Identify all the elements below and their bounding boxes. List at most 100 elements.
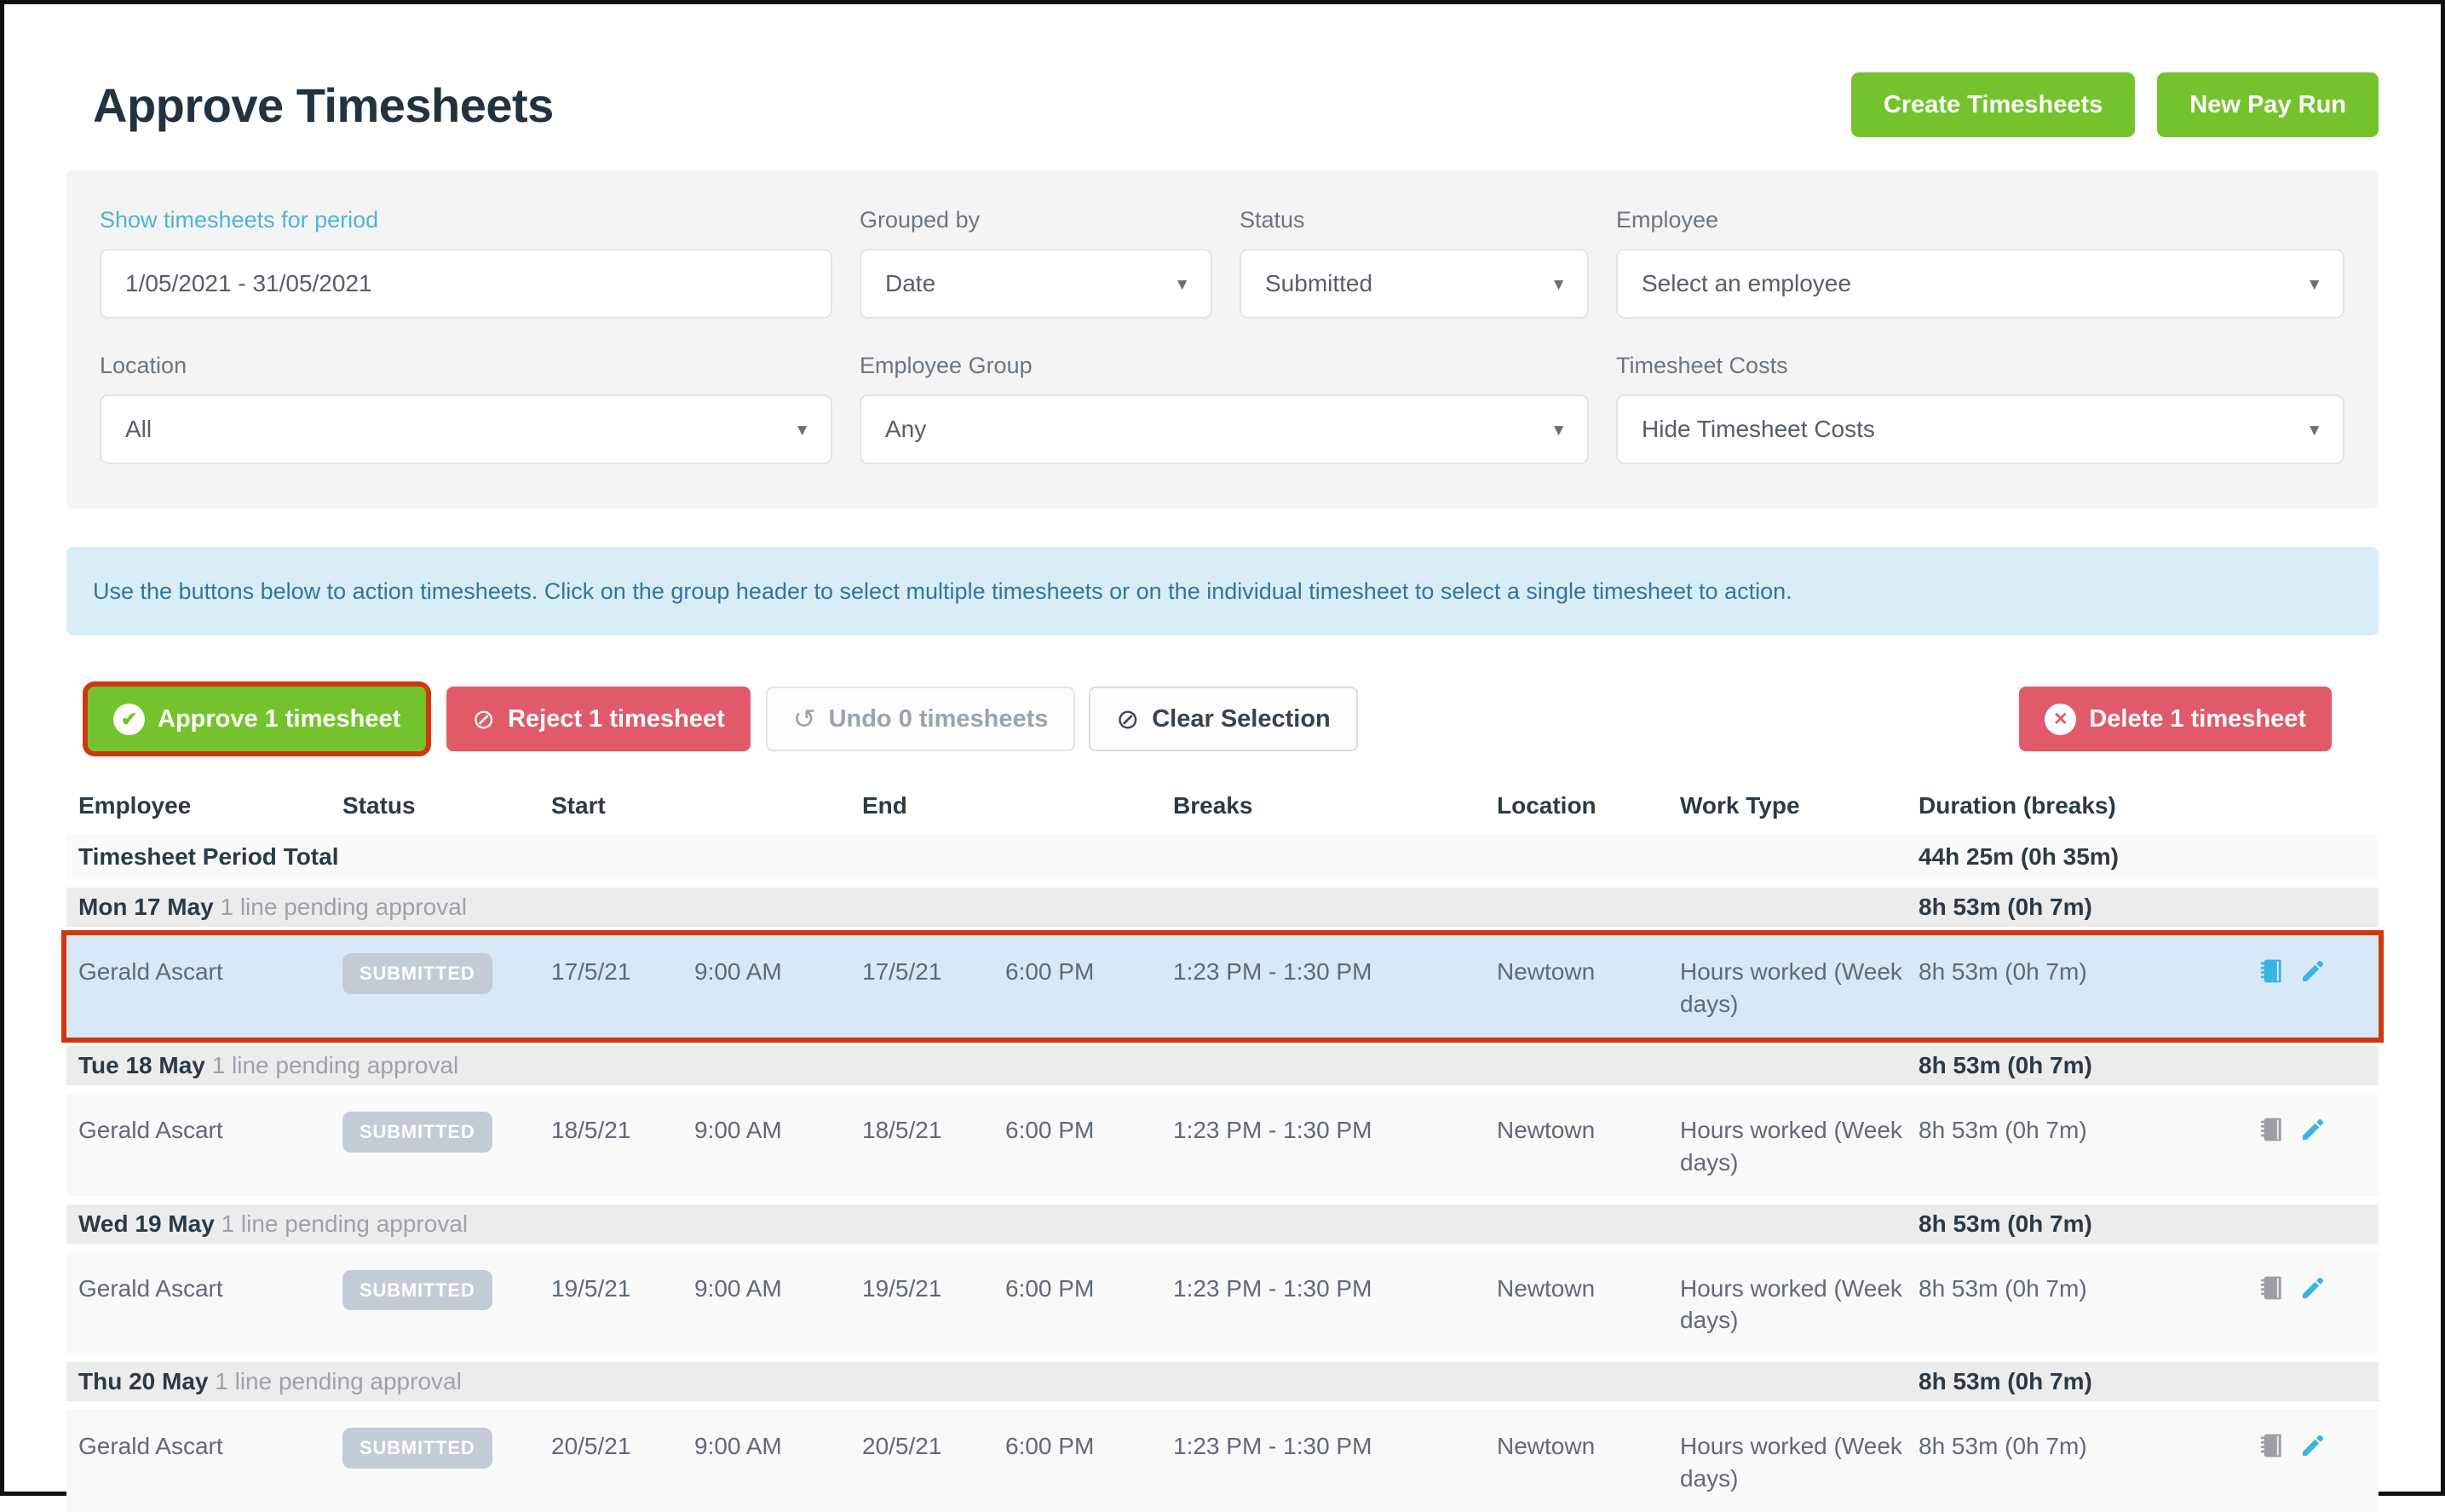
col-employee: Employee bbox=[66, 792, 331, 819]
clear-selection-button[interactable]: ⊘ Clear Selection bbox=[1089, 687, 1357, 751]
chevron-down-icon: ▼ bbox=[2306, 276, 2322, 295]
group-header-row[interactable]: Mon 17 May 1 line pending approval 8h 53… bbox=[66, 888, 2379, 927]
period-date-range-input[interactable]: 1/05/2021 - 31/05/2021 bbox=[100, 249, 832, 319]
timesheet-row[interactable]: Gerald Ascart SUBMITTED 20/5/21 9:00 AM … bbox=[66, 1410, 2379, 1512]
approve-button-label: Approve 1 timesheet bbox=[158, 705, 400, 733]
location-select[interactable]: All ▼ bbox=[100, 394, 832, 464]
new-pay-run-button[interactable]: New Pay Run bbox=[2157, 72, 2379, 137]
row-end-time: 6:00 PM bbox=[987, 1114, 1161, 1179]
col-work-type: Work Type bbox=[1668, 792, 1907, 819]
period-total-duration: 44h 25m (0h 35m) bbox=[1907, 843, 2188, 871]
location-label: Location bbox=[100, 353, 832, 379]
row-location: Newtown bbox=[1485, 1430, 1668, 1495]
status-filter: Status Submitted ▼ bbox=[1240, 207, 1589, 319]
group-header-row[interactable]: Thu 20 May 1 line pending approval 8h 53… bbox=[66, 1362, 2379, 1401]
group-note: 1 line pending approval bbox=[220, 894, 467, 920]
no-entry-icon: ⊘ bbox=[472, 705, 495, 733]
chevron-down-icon: ▼ bbox=[1550, 422, 1567, 440]
group-day: Tue 18 May bbox=[78, 1052, 205, 1078]
row-start-date: 18/5/21 bbox=[539, 1114, 676, 1179]
undo-timesheets-button[interactable]: ↺ Undo 0 timesheets bbox=[766, 687, 1076, 751]
period-total-label: Timesheet Period Total bbox=[66, 843, 1907, 871]
row-end-date: 20/5/21 bbox=[850, 1430, 987, 1495]
col-duration: Duration (breaks) bbox=[1907, 792, 2188, 819]
employee-value: Select an employee bbox=[1642, 270, 1851, 297]
location-filter: Location All ▼ bbox=[100, 353, 832, 464]
group-header-row[interactable]: Wed 19 May 1 line pending approval 8h 53… bbox=[66, 1204, 2379, 1244]
group-note: 1 line pending approval bbox=[215, 1368, 462, 1394]
employee-group-select[interactable]: Any▼ bbox=[860, 394, 1589, 464]
timesheet-costs-value: Hide Timesheet Costs bbox=[1642, 416, 1875, 443]
chevron-down-icon: ▼ bbox=[794, 422, 810, 440]
page-title: Approve Timesheets bbox=[66, 78, 554, 133]
group-header-row[interactable]: Tue 18 May 1 line pending approval 8h 53… bbox=[66, 1046, 2379, 1085]
grouped-by-value: Date bbox=[885, 270, 935, 297]
group-duration: 8h 53m (0h 7m) bbox=[1907, 1368, 2188, 1395]
status-badge: SUBMITTED bbox=[342, 1428, 492, 1469]
location-value: All bbox=[125, 416, 152, 443]
row-start-time: 9:00 AM bbox=[676, 1430, 850, 1495]
show-timesheets-for-period-link[interactable]: Show timesheets for period bbox=[100, 207, 832, 233]
row-breaks: 1:23 PM - 1:30 PM bbox=[1161, 956, 1485, 1020]
row-start-date: 19/5/21 bbox=[539, 1273, 676, 1337]
row-breaks: 1:23 PM - 1:30 PM bbox=[1161, 1273, 1485, 1337]
group-note: 1 line pending approval bbox=[212, 1052, 459, 1078]
x-circle-icon: ✕ bbox=[2045, 704, 2076, 735]
status-value: Submitted bbox=[1265, 270, 1372, 297]
chevron-down-icon: ▼ bbox=[1550, 276, 1567, 295]
group-duration: 8h 53m (0h 7m) bbox=[1907, 1210, 2188, 1238]
notes-icon[interactable] bbox=[2258, 1116, 2286, 1143]
row-employee: Gerald Ascart bbox=[66, 956, 331, 1020]
row-work-type: Hours worked (Week days) bbox=[1668, 1273, 1907, 1337]
status-badge: SUBMITTED bbox=[342, 1270, 492, 1311]
clear-selection-label: Clear Selection bbox=[1152, 705, 1331, 733]
period-filter: Show timesheets for period 1/05/2021 - 3… bbox=[100, 207, 832, 319]
status-badge: SUBMITTED bbox=[342, 1112, 492, 1153]
notes-icon[interactable] bbox=[2258, 1274, 2286, 1302]
group-day: Thu 20 May bbox=[78, 1368, 208, 1394]
filter-panel: Show timesheets for period 1/05/2021 - 3… bbox=[66, 170, 2379, 509]
row-work-type: Hours worked (Week days) bbox=[1668, 1114, 1907, 1179]
grouped-by-select[interactable]: Date▼ bbox=[860, 249, 1212, 319]
check-circle-icon: ✔ bbox=[113, 704, 145, 735]
edit-pencil-icon[interactable] bbox=[2299, 1116, 2327, 1143]
row-employee: Gerald Ascart bbox=[66, 1114, 331, 1179]
edit-pencil-icon[interactable] bbox=[2299, 1274, 2327, 1302]
timesheet-costs-filter: Timesheet Costs Hide Timesheet Costs▼ bbox=[1616, 353, 2344, 464]
col-end: End bbox=[850, 792, 987, 819]
undo-icon: ↺ bbox=[793, 705, 816, 733]
approve-timesheet-button[interactable]: ✔ Approve 1 timesheet bbox=[88, 687, 426, 751]
row-location: Newtown bbox=[1485, 956, 1668, 1020]
notes-icon[interactable] bbox=[2258, 957, 2286, 985]
status-select[interactable]: Submitted ▼ bbox=[1240, 249, 1589, 319]
row-breaks: 1:23 PM - 1:30 PM bbox=[1161, 1114, 1485, 1179]
employee-select[interactable]: Select an employee ▼ bbox=[1616, 249, 2344, 319]
row-employee: Gerald Ascart bbox=[66, 1430, 331, 1495]
row-start-time: 9:00 AM bbox=[676, 1273, 850, 1337]
timesheet-costs-select[interactable]: Hide Timesheet Costs▼ bbox=[1616, 394, 2344, 464]
col-location: Location bbox=[1485, 792, 1668, 819]
status-label: Status bbox=[1240, 207, 1589, 233]
col-breaks: Breaks bbox=[1161, 792, 1485, 819]
create-timesheets-button[interactable]: Create Timesheets bbox=[1851, 72, 2135, 137]
delete-timesheet-button[interactable]: ✕ Delete 1 timesheet bbox=[2019, 687, 2332, 751]
row-location: Newtown bbox=[1485, 1273, 1668, 1337]
table-header-row: Employee Status Start End Breaks Locatio… bbox=[66, 792, 2379, 819]
row-end-date: 17/5/21 bbox=[850, 956, 987, 1020]
notes-icon[interactable] bbox=[2258, 1432, 2286, 1459]
timesheet-row[interactable]: Gerald Ascart SUBMITTED 19/5/21 9:00 AM … bbox=[66, 1252, 2379, 1354]
edit-pencil-icon[interactable] bbox=[2299, 957, 2327, 985]
row-end-date: 19/5/21 bbox=[850, 1273, 987, 1337]
timesheet-row[interactable]: Gerald Ascart SUBMITTED 17/5/21 9:00 AM … bbox=[66, 935, 2379, 1038]
employee-group-label: Employee Group bbox=[860, 353, 1589, 379]
reject-timesheet-button[interactable]: ⊘ Reject 1 timesheet bbox=[446, 687, 750, 751]
timesheet-row[interactable]: Gerald Ascart SUBMITTED 18/5/21 9:00 AM … bbox=[66, 1094, 2379, 1196]
info-banner: Use the buttons below to action timeshee… bbox=[66, 547, 2379, 635]
reject-button-label: Reject 1 timesheet bbox=[508, 705, 725, 733]
row-start-date: 20/5/21 bbox=[539, 1430, 676, 1495]
row-end-time: 6:00 PM bbox=[987, 1273, 1161, 1337]
row-start-time: 9:00 AM bbox=[676, 1114, 850, 1179]
row-end-time: 6:00 PM bbox=[987, 956, 1161, 1020]
edit-pencil-icon[interactable] bbox=[2299, 1432, 2327, 1459]
row-end-time: 6:00 PM bbox=[987, 1430, 1161, 1495]
